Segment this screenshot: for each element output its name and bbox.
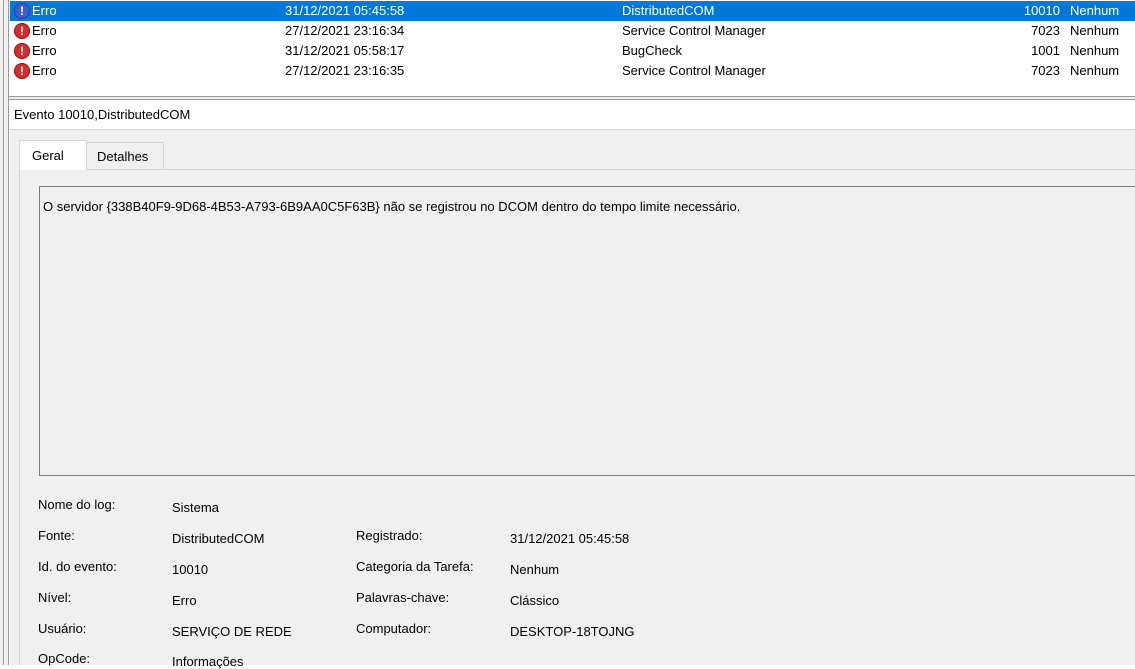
task-category-cell: Nenhum (1070, 23, 1120, 38)
source-cell: Service Control Manager (622, 23, 766, 38)
level-label: Nível: (38, 590, 72, 605)
source-cell: BugCheck (622, 43, 682, 58)
event-details-pane: Evento 10010,DistributedCOM Geral Detalh… (10, 100, 1135, 669)
event-id-label: Id. do evento: (38, 559, 117, 574)
date-cell: 27/12/2021 23:16:34 (285, 23, 405, 38)
event-id-cell: 7023 (1031, 23, 1060, 38)
computer-value: DESKTOP-18TOJNG (510, 624, 635, 639)
keywords-value: Clássico (510, 593, 560, 608)
general-tab-panel: O servidor {338B40F9-9D68-4B53-A793-6B9A… (19, 169, 1135, 669)
level-text: Erro (32, 63, 57, 78)
opcode-value: Informações (172, 654, 244, 669)
event-row[interactable]: ! Erro 27/12/2021 23:16:35 Service Contr… (10, 61, 1135, 81)
task-category-cell: Nenhum (1070, 3, 1120, 18)
log-name-value: Sistema (172, 500, 219, 515)
event-list: ! Erro 31/12/2021 05:45:58 DistributedCO… (10, 0, 1135, 96)
event-id-value: 10010 (172, 562, 209, 577)
event-id-cell: 10010 (1023, 3, 1060, 18)
log-name-label: Nome do log: (38, 497, 116, 512)
event-row[interactable]: ! Erro 31/12/2021 05:45:58 DistributedCO… (10, 1, 1135, 21)
event-row[interactable]: ! Erro 31/12/2021 05:58:17 BugCheck 1001… (10, 41, 1135, 61)
event-id-cell: 1001 (1031, 43, 1060, 58)
level-text: Erro (32, 3, 57, 18)
event-message-box[interactable]: O servidor {338B40F9-9D68-4B53-A793-6B9A… (39, 186, 1135, 476)
level-text: Erro (32, 23, 57, 38)
computer-label: Computador: (356, 621, 432, 636)
task-category-label: Categoria da Tarefa: (356, 559, 474, 574)
event-message-text: O servidor {338B40F9-9D68-4B53-A793-6B9A… (43, 199, 741, 214)
event-row[interactable]: ! Erro 27/12/2021 23:16:34 Service Contr… (10, 21, 1135, 41)
level-cell: ! Erro (14, 1, 57, 21)
user-value: SERVIÇO DE REDE (172, 624, 292, 639)
task-category-cell: Nenhum (1070, 43, 1120, 58)
date-cell: 31/12/2021 05:58:17 (285, 43, 405, 58)
task-category-value: Nenhum (510, 562, 560, 577)
error-icon: ! (14, 43, 30, 59)
logged-label: Registrado: (356, 528, 423, 543)
level-cell: ! Erro (14, 41, 57, 61)
event-id-cell: 7023 (1031, 63, 1060, 78)
source-value: DistributedCOM (172, 531, 265, 546)
task-category-cell: Nenhum (1070, 63, 1120, 78)
level-cell: ! Erro (14, 21, 57, 41)
user-label: Usuário: (38, 621, 87, 636)
tab-detalhes[interactable]: Detalhes (86, 142, 164, 169)
date-cell: 31/12/2021 05:45:58 (285, 3, 405, 18)
level-cell: ! Erro (14, 61, 57, 81)
error-icon: ! (14, 23, 30, 39)
level-text: Erro (32, 43, 57, 58)
event-details-title: Evento 10010,DistributedCOM (10, 100, 1135, 130)
date-cell: 27/12/2021 23:16:35 (285, 63, 405, 78)
source-cell: DistributedCOM (622, 3, 715, 18)
error-icon: ! (14, 3, 30, 19)
keywords-label: Palavras-chave: (356, 590, 450, 605)
level-value: Erro (172, 593, 197, 608)
source-cell: Service Control Manager (622, 63, 766, 78)
tab-geral[interactable]: Geral (19, 140, 87, 170)
opcode-label: OpCode: (38, 651, 91, 666)
source-label: Fonte: (38, 528, 75, 543)
outer-frame (0, 0, 9, 665)
error-icon: ! (14, 63, 30, 79)
logged-value: 31/12/2021 05:45:58 (510, 531, 630, 546)
